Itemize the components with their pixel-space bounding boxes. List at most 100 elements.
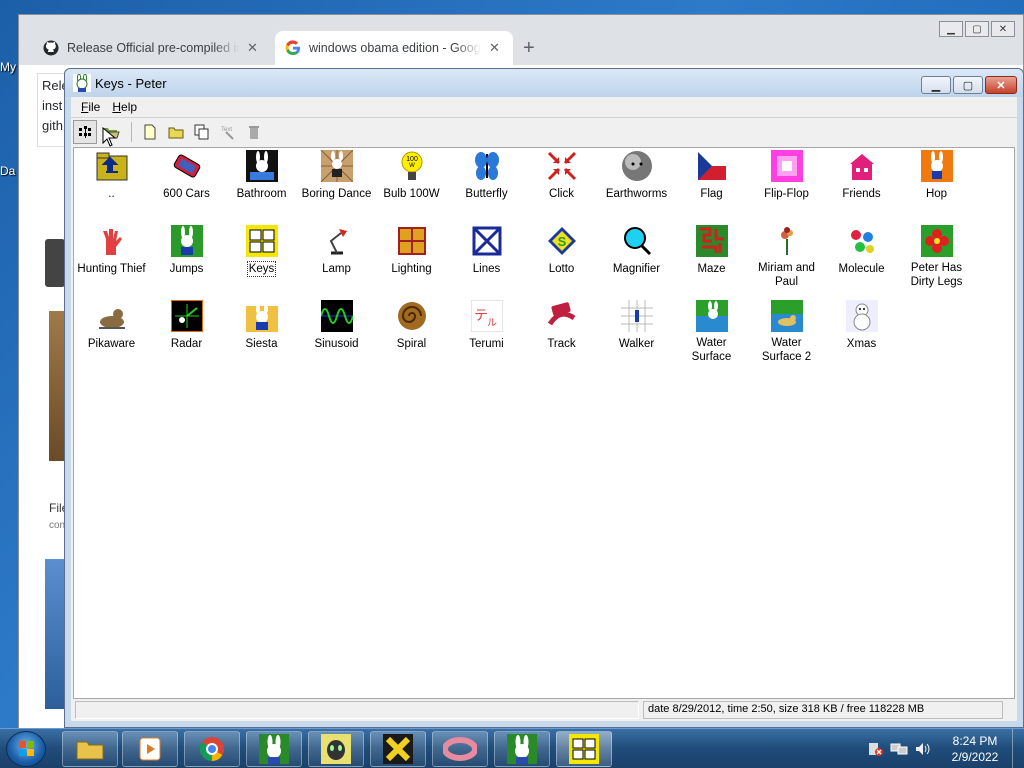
svg-text:S: S bbox=[557, 234, 566, 249]
status-pane-info: date 8/29/2012, time 2:50, size 318 KB /… bbox=[643, 701, 1003, 719]
rename-icon: Text bbox=[221, 127, 234, 140]
file-item[interactable]: Keys bbox=[224, 223, 299, 297]
file-item[interactable]: Siesta bbox=[224, 298, 299, 372]
file-item[interactable]: Track bbox=[524, 298, 599, 372]
file-item[interactable]: Butterfly bbox=[449, 148, 524, 222]
menu-help[interactable]: Help bbox=[106, 100, 143, 114]
new-button[interactable] bbox=[138, 120, 162, 144]
file-item[interactable]: Water Surface bbox=[674, 298, 749, 372]
network-icon[interactable] bbox=[890, 741, 908, 757]
file-item[interactable]: Click bbox=[524, 148, 599, 222]
taskbar-chrome[interactable] bbox=[184, 731, 240, 767]
taskbar-keys-app[interactable] bbox=[556, 731, 612, 767]
action-center-icon[interactable] bbox=[866, 741, 884, 757]
volume-icon[interactable] bbox=[914, 741, 932, 757]
desktop-label-2[interactable]: Da bbox=[0, 164, 15, 178]
file-item[interactable]: Xmas bbox=[824, 298, 899, 372]
file-item[interactable]: Lamp bbox=[299, 223, 374, 297]
file-item[interactable]: 100 W Bulb 100W bbox=[374, 148, 449, 222]
close-icon[interactable]: ✕ bbox=[985, 76, 1017, 94]
file-item[interactable]: Lines bbox=[449, 223, 524, 297]
minimize-icon[interactable]: ▁ bbox=[939, 21, 963, 37]
file-item[interactable]: Water Surface 2 bbox=[749, 298, 824, 372]
walker-icon bbox=[620, 300, 653, 332]
close-icon[interactable]: ✕ bbox=[991, 21, 1015, 37]
file-item[interactable]: テル Terumi bbox=[449, 298, 524, 372]
show-desktop-button[interactable] bbox=[1012, 729, 1024, 768]
taskbar-media-player[interactable] bbox=[122, 731, 178, 767]
new-file-icon bbox=[144, 124, 156, 139]
file-item[interactable]: S Lotto bbox=[524, 223, 599, 297]
bulb-icon: 100W bbox=[401, 151, 422, 180]
file-item[interactable]: .. bbox=[74, 148, 149, 222]
maximize-icon[interactable]: ▢ bbox=[965, 21, 989, 37]
file-item[interactable]: Earthworms bbox=[599, 148, 674, 222]
file-item-label: Jumps bbox=[169, 263, 204, 275]
file-item[interactable]: Flag bbox=[674, 148, 749, 222]
file-item[interactable]: Sinusoid bbox=[299, 298, 374, 372]
taskbar-ring-app[interactable] bbox=[432, 731, 488, 767]
file-item[interactable]: Bathroom bbox=[224, 148, 299, 222]
file-item-label: Peter Has Dirty Legs bbox=[910, 262, 963, 288]
bunny-icon bbox=[507, 734, 537, 764]
clock[interactable]: 8:24 PM 2/9/2022 bbox=[938, 733, 1012, 765]
view-grid-button[interactable] bbox=[73, 119, 97, 144]
tab-github[interactable]: Release Official pre-compiled ins ✕ bbox=[33, 31, 271, 65]
clock-time: 8:24 PM bbox=[952, 734, 998, 748]
taskbar-explorer[interactable] bbox=[62, 731, 118, 767]
file-item[interactable]: Magnifier bbox=[599, 223, 674, 297]
file-item-label: Friends bbox=[842, 188, 881, 200]
molecule-icon bbox=[850, 230, 874, 253]
start-button[interactable] bbox=[6, 731, 46, 767]
lotto-icon: S bbox=[547, 227, 576, 255]
close-icon[interactable]: ✕ bbox=[489, 40, 500, 56]
file-item[interactable]: Radar bbox=[149, 298, 224, 372]
file-item-label: Water Surface bbox=[691, 337, 732, 363]
file-item[interactable]: Flip-Flop bbox=[749, 148, 824, 222]
delete-button[interactable] bbox=[242, 120, 266, 144]
file-item[interactable]: Pikaware bbox=[74, 298, 149, 372]
folder-button[interactable] bbox=[164, 120, 188, 144]
maximize-icon[interactable]: ▢ bbox=[953, 76, 983, 94]
file-item-label: Pikaware bbox=[87, 338, 136, 350]
taskbar-bunny-app[interactable] bbox=[246, 731, 302, 767]
minimize-icon[interactable]: ▁ bbox=[921, 76, 951, 94]
file-item[interactable]: Spiral bbox=[374, 298, 449, 372]
keys-titlebar[interactable]: Keys - Peter ▁ ▢ ✕ bbox=[65, 69, 1023, 97]
rename-button[interactable]: Text bbox=[216, 120, 240, 144]
file-item[interactable]: Peter Has Dirty Legs bbox=[899, 223, 974, 297]
file-item[interactable]: Maze bbox=[674, 223, 749, 297]
file-item[interactable]: Jumps bbox=[149, 223, 224, 297]
flowers-icon bbox=[780, 227, 793, 255]
water-bunny-icon bbox=[695, 300, 728, 332]
file-item[interactable]: Hop bbox=[899, 148, 974, 222]
bunny-hop-icon bbox=[920, 150, 953, 182]
close-icon[interactable]: ✕ bbox=[247, 40, 258, 56]
folder-up-icon bbox=[96, 152, 127, 181]
window-title: Keys - Peter bbox=[95, 75, 167, 91]
svg-text:ル: ル bbox=[487, 318, 497, 329]
new-tab-icon[interactable]: + bbox=[523, 37, 535, 60]
file-item[interactable]: Miriam and Paul bbox=[749, 223, 824, 297]
file-item-label: Spiral bbox=[396, 338, 427, 350]
file-item[interactable]: Molecule bbox=[824, 223, 899, 297]
icon-view[interactable]: .. 600 Cars Bathroom Boring Dance 100 W Bulb 1… bbox=[73, 147, 1015, 699]
desktop-label-1[interactable]: My bbox=[0, 60, 16, 74]
file-item[interactable]: 600 Cars bbox=[149, 148, 224, 222]
copy-button[interactable] bbox=[190, 120, 214, 144]
svg-text:テ: テ bbox=[474, 308, 488, 324]
file-item[interactable]: Lighting bbox=[374, 223, 449, 297]
trash-icon bbox=[249, 125, 259, 139]
alien-icon bbox=[321, 734, 351, 764]
file-item[interactable]: Boring Dance bbox=[299, 148, 374, 222]
file-item[interactable]: Friends bbox=[824, 148, 899, 222]
taskbar-alien-app[interactable] bbox=[308, 731, 364, 767]
file-item-label: 600 Cars bbox=[163, 188, 210, 200]
menu-file[interactable]: File bbox=[75, 100, 106, 114]
file-item[interactable]: Hunting Thief bbox=[74, 223, 149, 297]
magnifier-icon bbox=[623, 227, 651, 256]
taskbar-bunny-app-2[interactable] bbox=[494, 731, 550, 767]
taskbar-cross-app[interactable] bbox=[370, 731, 426, 767]
file-item[interactable]: Walker bbox=[599, 298, 674, 372]
tab-google[interactable]: windows obama edition - Google ✕ bbox=[275, 31, 513, 65]
